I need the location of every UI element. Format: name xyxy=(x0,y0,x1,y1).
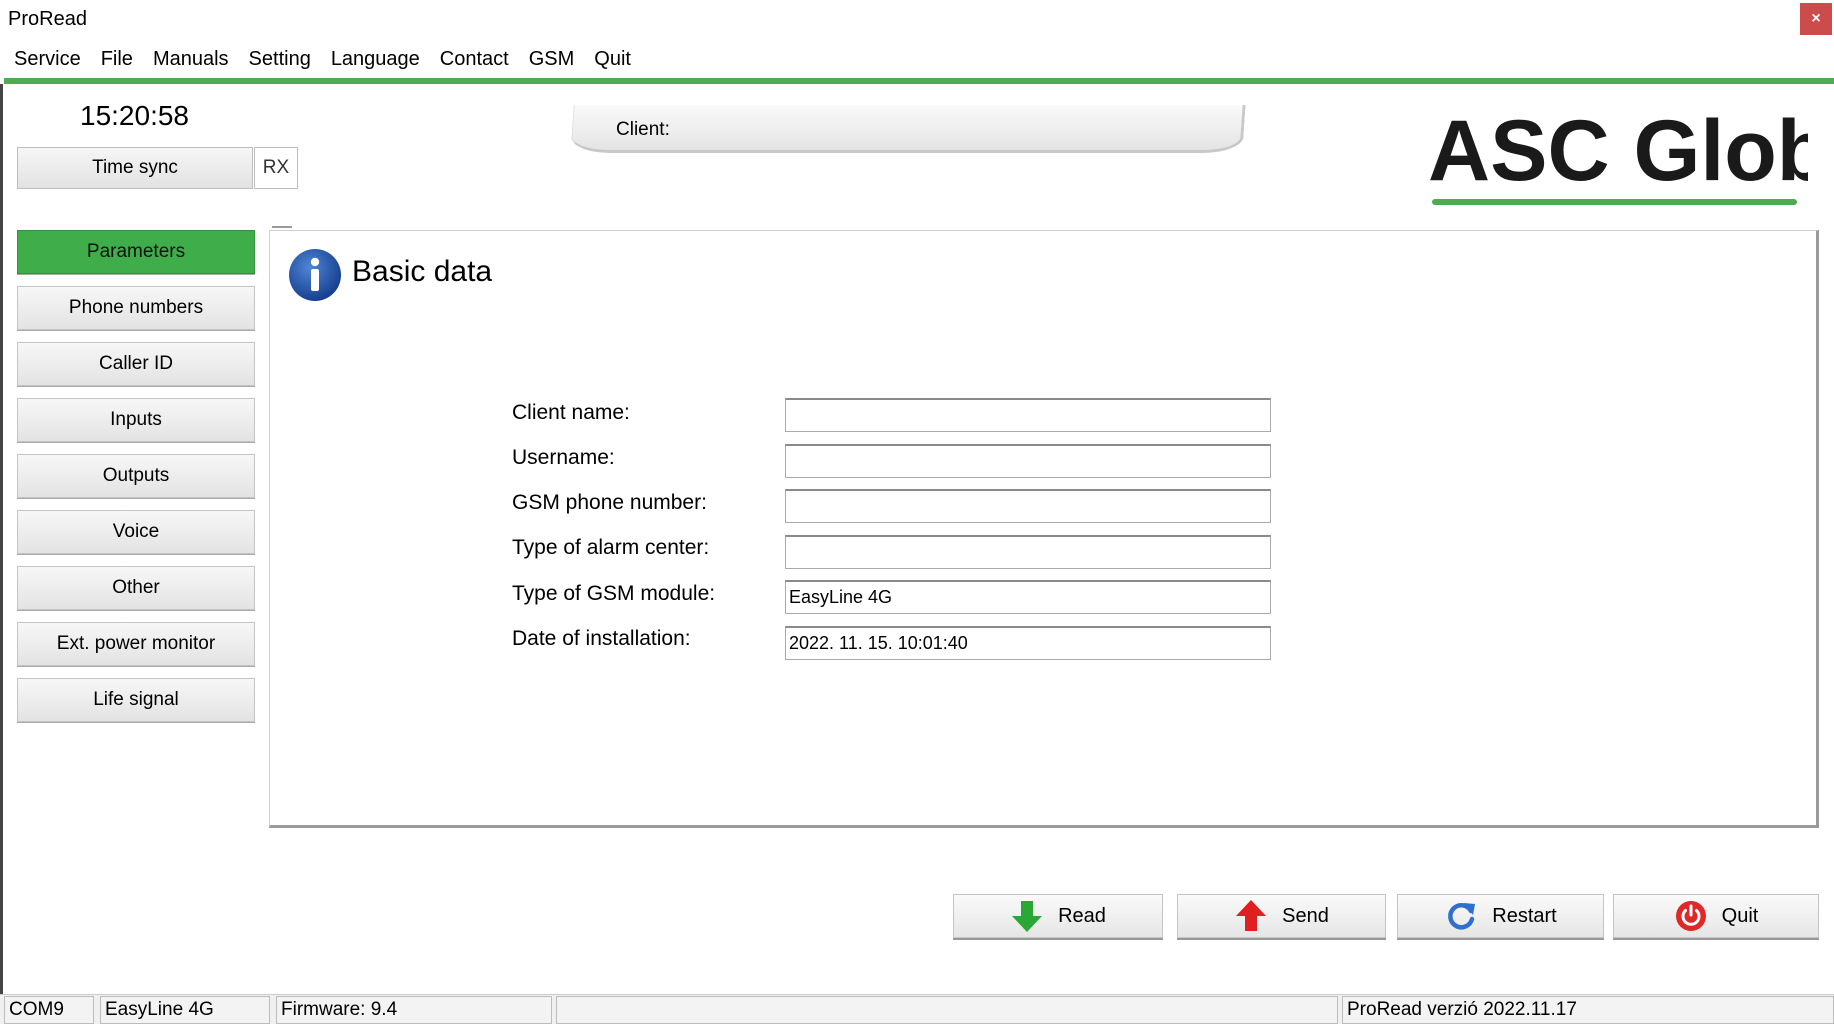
menu-contact[interactable]: Contact xyxy=(432,48,521,71)
rx-indicator: RX xyxy=(254,147,298,189)
menu-setting[interactable]: Setting xyxy=(241,48,323,71)
menu-service[interactable]: Service xyxy=(6,48,93,71)
installation-date-input[interactable] xyxy=(785,626,1271,660)
sidebar-item-voice[interactable]: Voice xyxy=(17,510,255,554)
client-name-label: Client name: xyxy=(512,401,630,424)
clock: 15:20:58 xyxy=(80,100,189,131)
sidebar-item-other[interactable]: Other xyxy=(17,566,255,610)
time-sync-button[interactable]: Time sync xyxy=(17,147,253,189)
gsm-module-type-input[interactable] xyxy=(785,580,1271,614)
menu-file[interactable]: File xyxy=(93,48,145,71)
menu-bar: Service File Manuals Setting Language Co… xyxy=(0,42,643,76)
info-icon xyxy=(289,249,341,301)
status-version: ProRead verzió 2022.11.17 xyxy=(1342,996,1834,1024)
panel-title: Basic data xyxy=(352,255,493,288)
send-button[interactable]: Send xyxy=(1177,894,1386,938)
status-message xyxy=(556,996,1338,1024)
sidebar-item-inputs[interactable]: Inputs xyxy=(17,398,255,442)
sidebar-item-ext-power-monitor[interactable]: Ext. power monitor xyxy=(17,622,255,666)
alarm-center-type-label: Type of alarm center: xyxy=(512,536,710,559)
asc-global-logo: ASC Global xyxy=(1428,103,1808,199)
power-icon xyxy=(1675,901,1706,931)
sidebar-item-parameters[interactable]: Parameters xyxy=(17,230,255,274)
restart-button[interactable]: Restart xyxy=(1397,894,1604,938)
sidebar-item-life-signal[interactable]: Life signal xyxy=(17,678,255,722)
restart-button-label: Restart xyxy=(1492,904,1557,927)
installation-date-label: Date of installation: xyxy=(512,627,691,650)
gsm-module-type-label: Type of GSM module: xyxy=(512,582,716,605)
username-label: Username: xyxy=(512,446,615,469)
window-title: ProRead xyxy=(8,8,87,30)
window-left-border xyxy=(0,84,3,1024)
close-button[interactable]: × xyxy=(1800,3,1832,35)
menu-quit[interactable]: Quit xyxy=(586,48,643,71)
logo-text: ASC Global xyxy=(1428,103,1808,199)
menu-language[interactable]: Language xyxy=(323,48,432,71)
arrow-up-icon xyxy=(1236,900,1267,931)
sidebar-item-phone-numbers[interactable]: Phone numbers xyxy=(17,286,255,330)
gsm-phone-number-input[interactable] xyxy=(785,489,1271,523)
menu-gsm[interactable]: GSM xyxy=(521,48,587,71)
logo-underline xyxy=(1432,199,1797,205)
arrow-down-icon xyxy=(1012,901,1043,932)
status-port: COM9 xyxy=(4,996,94,1024)
read-button[interactable]: Read xyxy=(953,894,1163,938)
title-bar xyxy=(0,0,1834,38)
client-tab xyxy=(570,105,1246,153)
alarm-center-type-input[interactable] xyxy=(785,535,1271,569)
menu-manuals[interactable]: Manuals xyxy=(145,48,241,71)
quit-button-label: Quit xyxy=(1721,904,1759,927)
read-button-label: Read xyxy=(1058,904,1106,927)
panel-corner-mark xyxy=(272,226,292,228)
send-button-label: Send xyxy=(1282,904,1329,927)
client-label: Client: xyxy=(616,119,670,140)
username-input[interactable] xyxy=(785,444,1271,478)
gsm-phone-number-label: GSM phone number: xyxy=(512,491,707,514)
sidebar-item-caller-id[interactable]: Caller ID xyxy=(17,342,255,386)
refresh-icon xyxy=(1448,903,1476,930)
menu-divider xyxy=(4,78,1834,84)
client-name-input[interactable] xyxy=(785,398,1271,432)
quit-button[interactable]: Quit xyxy=(1613,894,1819,938)
sidebar-item-outputs[interactable]: Outputs xyxy=(17,454,255,498)
basic-data-panel xyxy=(269,230,1819,828)
status-firmware: Firmware: 9.4 xyxy=(276,996,552,1024)
status-module: EasyLine 4G xyxy=(100,996,270,1024)
